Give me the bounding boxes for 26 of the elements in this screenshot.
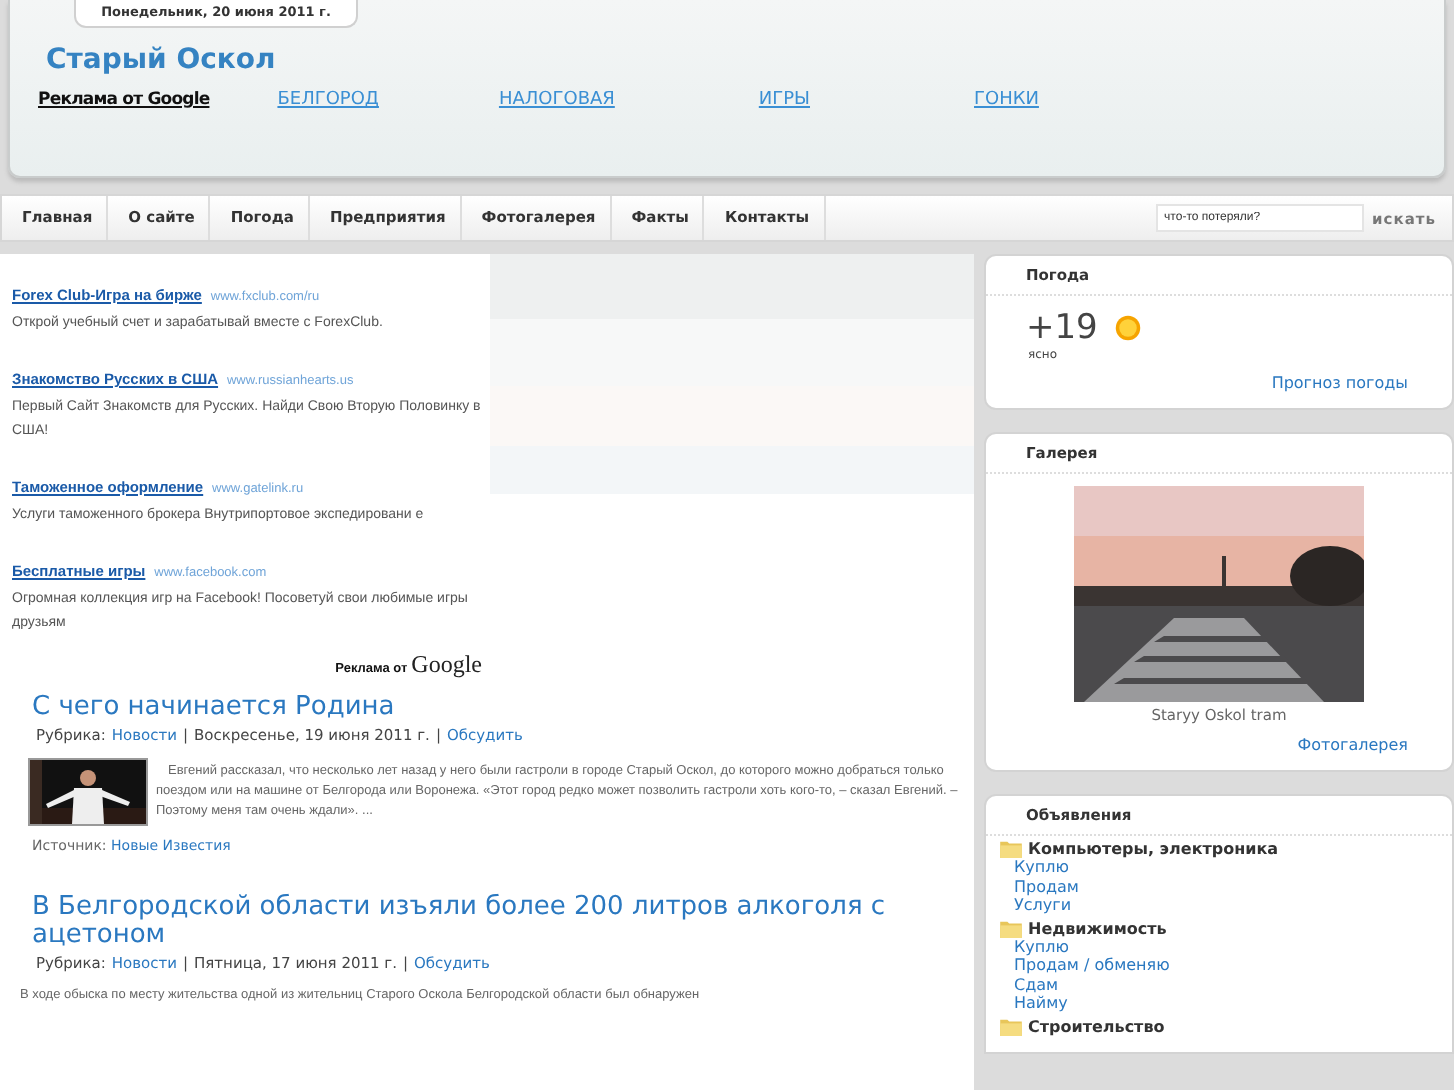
temperature: +19 [1026,308,1098,348]
sun-icon [1113,314,1142,342]
google-label: Google [411,650,482,678]
header-link[interactable]: НАЛОГОВАЯ [498,90,615,110]
category-link[interactable]: Найму [1000,994,1452,1013]
article-title[interactable]: С чего начинается Родина [20,694,958,722]
folder-icon [1000,919,1022,937]
category-name: Недвижимость [1028,919,1167,937]
category-link[interactable]: Продам [1000,877,1452,896]
category-link[interactable]: Куплю [1000,858,1452,877]
category-name: Строительство [1028,1017,1165,1035]
category-link[interactable]: Куплю [1000,937,1452,956]
header-link[interactable]: ГОНКИ [974,90,1039,110]
category-link[interactable]: Услуги [1000,896,1452,915]
category-name: Компьютеры, электроника [1028,840,1279,858]
gallery-link[interactable]: Фотогалерея [1297,736,1408,754]
site-title[interactable]: Старый Оскол [46,44,1444,76]
ads-by-google-link[interactable]: Реклама от Google [38,90,210,110]
header-link[interactable]: БЕЛГОРОД [277,90,379,110]
folder-icon [1000,840,1022,858]
header-link[interactable]: ИГРЫ [758,90,810,110]
forecast-link[interactable]: Прогноз погоды [1271,374,1408,392]
category-link[interactable]: Сдам [1000,975,1452,994]
folder-icon [1000,1017,1022,1035]
article-title[interactable]: В Белгородской области изъяли более 200 литров алкоголя с ацетоном [20,894,958,950]
category-link[interactable]: Продам / обменяю [1000,956,1452,975]
